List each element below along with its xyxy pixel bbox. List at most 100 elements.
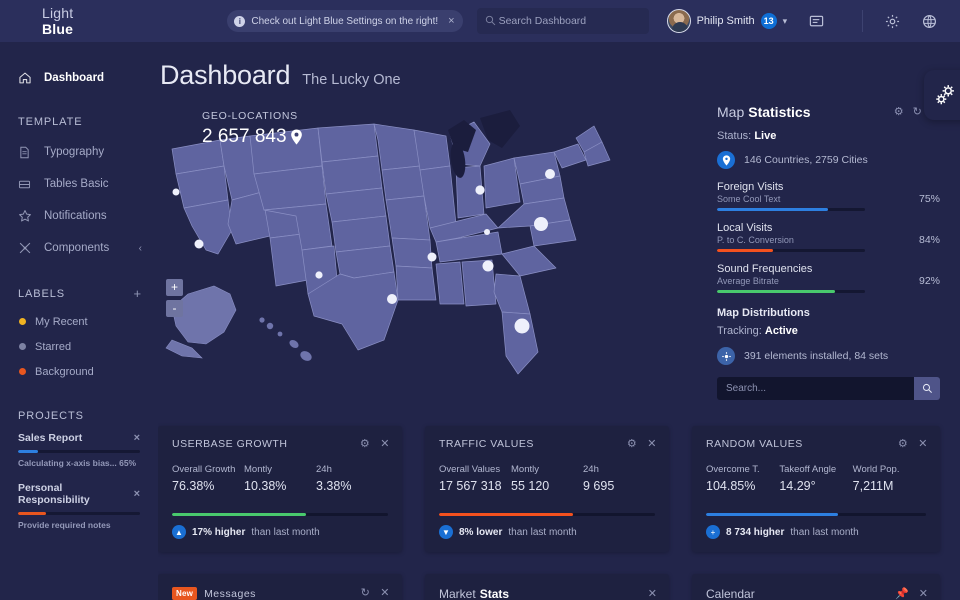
stat-label: Overall Values	[439, 464, 501, 475]
add-label-button[interactable]: +	[134, 286, 143, 301]
map-pin-icon	[290, 129, 302, 145]
globe-icon[interactable]	[922, 14, 937, 29]
metric-subtitle: Average Bitrate	[717, 276, 779, 286]
settings-notice-pill[interactable]: i Check out Light Blue Settings on the r…	[227, 10, 463, 32]
sidebar-item-dashboard[interactable]: Dashboard	[0, 62, 158, 94]
geo-locations-value: 2 657 843	[202, 126, 303, 148]
geo-value-text: 2 657 843	[202, 126, 287, 147]
messages-icon[interactable]	[809, 14, 824, 29]
card-actions: ↻ ✕	[361, 588, 390, 599]
chevron-down-icon[interactable]: ▾	[783, 16, 788, 27]
project-sales-report[interactable]: Sales Report × Calculating x-axis bias..…	[0, 432, 158, 468]
header-search[interactable]	[476, 8, 649, 34]
home-icon	[18, 71, 32, 85]
avatar	[666, 9, 691, 33]
stat-column: Takeoff Angle 14.29°	[779, 464, 852, 493]
notice-text: Check out Light Blue Settings on the rig…	[251, 15, 439, 27]
geo-map[interactable]: GEO-LOCATIONS 2 657 843 + -	[158, 104, 688, 434]
sidebar-item-tables-basic[interactable]: Tables Basic	[0, 168, 158, 200]
search-icon	[922, 383, 932, 393]
card-title: Messages	[204, 587, 256, 600]
user-menu[interactable]: Philip Smith 13 ▾	[666, 9, 788, 33]
top-header: Light Blue i Check out Light Blue Settin…	[0, 0, 960, 42]
notification-badge: 13	[760, 13, 777, 29]
stat-column: Overall Growth 76.38%	[172, 464, 244, 493]
distributions-search-input[interactable]	[717, 377, 914, 400]
footer-strong: 8 734 higher	[726, 526, 785, 538]
search-input[interactable]	[498, 15, 649, 27]
gear-icon[interactable]: ⚙	[627, 438, 637, 450]
star-icon	[18, 209, 32, 223]
status-value: Live	[754, 130, 777, 142]
close-icon[interactable]: ✕	[380, 438, 390, 450]
metric-fill	[717, 249, 774, 252]
sidebar-section-projects: PROJECTS	[0, 410, 158, 422]
dashboard-page: Light Blue i Check out Light Blue Settin…	[0, 0, 960, 600]
metric-foreign-visits: Foreign Visits Some Cool Text 75%	[717, 181, 940, 211]
card-footer: ▼ 8% lower than last month	[425, 516, 669, 539]
close-icon[interactable]: ×	[134, 488, 140, 500]
tracking-row: Tracking: Active	[717, 325, 940, 337]
stat-label: Takeoff Angle	[779, 464, 837, 475]
close-icon[interactable]: ×	[448, 15, 454, 27]
info-icon: i	[234, 15, 246, 27]
sidebar-item-typography[interactable]: Typography	[0, 136, 158, 168]
gear-icon[interactable]: ⚙	[898, 438, 908, 450]
close-icon[interactable]: ✕	[647, 438, 657, 450]
project-header: Personal Responsibility ×	[18, 482, 140, 506]
stat-value: 14.29°	[779, 479, 816, 493]
search-icon	[485, 15, 495, 26]
table-icon	[18, 177, 32, 191]
sidebar-item-label: Dashboard	[44, 72, 105, 84]
gear-icon[interactable]	[885, 14, 900, 29]
card-messages: New Messages ↻ ✕	[158, 574, 402, 600]
card-stat-columns: Overcome T. 104.85% Takeoff Angle 14.29°…	[692, 450, 940, 493]
project-progress-track	[18, 450, 140, 453]
metric-percent: 84%	[918, 234, 940, 246]
chevron-down-circle-icon: ▼	[439, 525, 453, 539]
map-zoom-in-button[interactable]: +	[166, 279, 183, 296]
close-icon[interactable]: ✕	[918, 438, 928, 450]
metric-local-visits: Local Visits P. to C. Conversion 84%	[717, 222, 940, 252]
close-icon[interactable]: ✕	[648, 588, 657, 600]
sidebar-item-notifications[interactable]: Notifications	[0, 200, 158, 232]
close-icon[interactable]: ×	[134, 432, 140, 444]
close-icon[interactable]: ✕	[380, 588, 390, 599]
status-label: Status:	[717, 130, 752, 142]
gear-icon[interactable]: ⚙	[360, 438, 370, 450]
sidebar-item-components[interactable]: Components ‹	[0, 232, 158, 264]
pin-icon[interactable]: 📌	[895, 588, 909, 600]
stat-column: World Pop. 7,211M	[853, 464, 926, 493]
stat-column: 24h 9 695	[583, 464, 655, 493]
card-footer: + 8 734 higher than last month	[692, 516, 940, 539]
brand-logo[interactable]: Light Blue	[0, 5, 73, 37]
card-title: Calendar	[706, 587, 755, 600]
sidebar-label-starred[interactable]: Starred	[0, 334, 158, 359]
sidebar-label-background[interactable]: Background	[0, 359, 158, 384]
coverage-row: 146 Countries, 2759 Cities	[717, 151, 940, 169]
refresh-icon[interactable]: ↻	[913, 106, 922, 118]
project-personal-responsibility[interactable]: Personal Responsibility × Provide requir…	[0, 482, 158, 530]
user-name: Philip Smith	[696, 15, 755, 27]
sidebar-label-my-recent[interactable]: My Recent	[0, 309, 158, 334]
stat-value: 104.85%	[706, 479, 756, 493]
map-zoom-out-button[interactable]: -	[166, 300, 183, 317]
card-stat-columns: Overall Values 17 567 318 Montly 55 120 …	[425, 450, 669, 493]
us-map-svg	[165, 110, 611, 375]
refresh-icon[interactable]: ↻	[361, 588, 371, 599]
header-divider	[862, 10, 864, 32]
label-text: My Recent	[35, 315, 88, 328]
card-actions: ✕	[648, 588, 657, 600]
settings-fab-button[interactable]	[924, 70, 960, 120]
stat-label: 24h	[316, 464, 332, 475]
sidebar: Dashboard TEMPLATE Typography Tables Bas…	[0, 42, 158, 600]
close-icon[interactable]: ✕	[919, 588, 928, 600]
sidebar-section-template: TEMPLATE	[0, 116, 158, 128]
settings-circle-icon	[717, 347, 735, 365]
distributions-search-button[interactable]	[914, 377, 940, 400]
plus-circle-icon: +	[706, 525, 720, 539]
gear-icon[interactable]: ⚙	[894, 106, 904, 118]
map-statistics-panel: Map Statistics ⚙ ↻ ✕ Status: Live 146 Co…	[717, 104, 940, 400]
chevron-left-icon[interactable]: ‹	[139, 243, 142, 254]
card-header: Market Stats ✕	[425, 574, 669, 600]
